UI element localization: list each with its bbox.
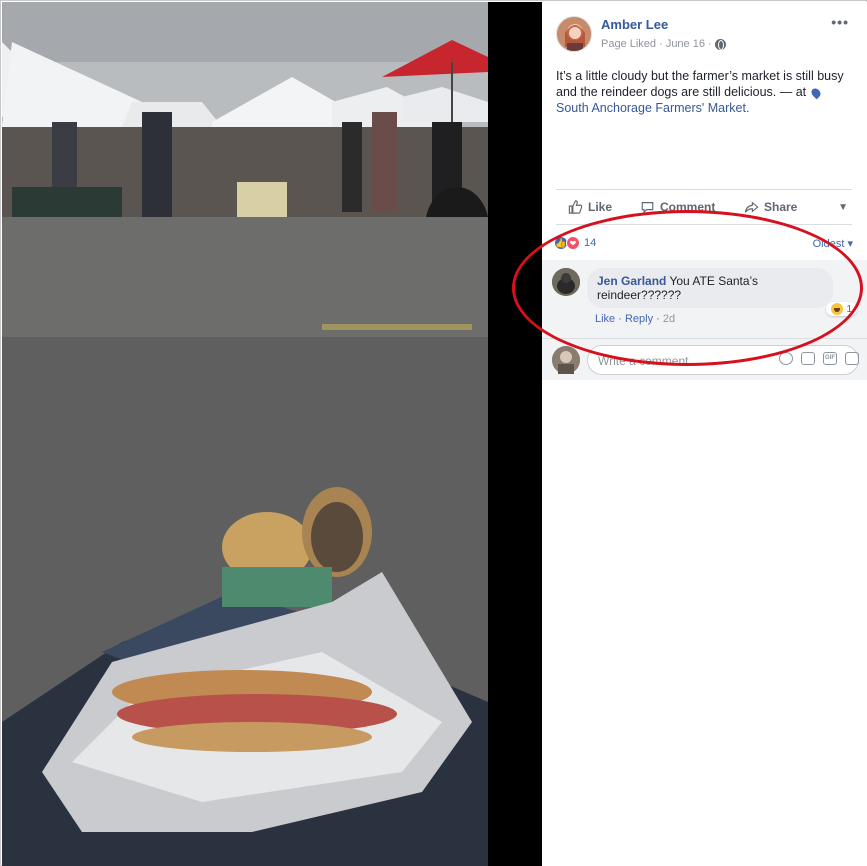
commenter-name[interactable]: Jen Garland: [597, 274, 666, 288]
comment-label: Comment: [660, 200, 716, 214]
comment-sort-dropdown[interactable]: Oldest ▾: [813, 237, 853, 250]
black-gap: [488, 2, 542, 866]
comment-bubble: Jen Garland You ATE Santa’s reindeer????…: [587, 268, 833, 308]
camera-icon[interactable]: [801, 352, 815, 365]
comment-icon: [641, 202, 654, 214]
comment-button[interactable]: Comment: [640, 200, 715, 214]
share-icon: [744, 201, 759, 213]
divider: [556, 224, 852, 225]
reactions-count: 14: [584, 237, 597, 249]
comment-like-link[interactable]: Like: [595, 313, 615, 325]
location-link[interactable]: South Anchorage Farmers' Market.: [556, 101, 749, 115]
divider: [556, 189, 852, 190]
location-pin-icon: [809, 86, 822, 100]
composer-icons: GIF: [779, 352, 859, 365]
comment-reply-link[interactable]: Reply: [625, 313, 653, 325]
viewer-avatar: [552, 346, 580, 374]
author-avatar[interactable]: [556, 16, 592, 52]
emoji-icon[interactable]: [779, 352, 793, 365]
comment-reaction-badge[interactable]: 1: [826, 302, 857, 316]
globe-icon: [714, 38, 726, 50]
haha-reaction-icon: [831, 303, 844, 315]
thumbs-up-icon: [568, 200, 583, 214]
comment-actions: Like · Reply · 2d: [595, 313, 675, 325]
love-reaction-icon: ❤: [566, 236, 580, 250]
like-label: Like: [588, 200, 613, 214]
post-body: It’s a little cloudy but the farmer’s ma…: [556, 69, 844, 99]
post-actions: Like Comment Share ▼: [556, 195, 852, 219]
screenshot-frame: Amber Lee Page Liked · June 16 · ••• It’…: [0, 0, 867, 866]
share-menu-chevron-icon[interactable]: ▼: [838, 202, 848, 213]
divider: [542, 338, 867, 339]
comment-reaction-count: 1: [846, 303, 852, 315]
author-name[interactable]: Amber Lee: [601, 17, 668, 32]
photo-illustration: [2, 2, 488, 866]
comment-composer: Write a comment... GIF: [542, 342, 867, 380]
separator: ·: [615, 313, 625, 325]
gif-icon[interactable]: GIF: [823, 352, 837, 365]
like-button[interactable]: Like: [568, 200, 612, 214]
comment-timestamp[interactable]: 2d: [663, 313, 675, 325]
share-button[interactable]: Share: [744, 200, 797, 214]
more-options-icon[interactable]: •••: [831, 14, 849, 30]
sticker-icon[interactable]: [845, 352, 859, 365]
post-photo[interactable]: [2, 2, 488, 866]
post-panel: Amber Lee Page Liked · June 16 · ••• It’…: [542, 2, 867, 866]
comment-placeholder: Write a comment...: [598, 354, 699, 368]
share-label: Share: [764, 200, 798, 214]
post-text: It’s a little cloudy but the farmer’s ma…: [556, 68, 856, 116]
post-meta: Page Liked · June 16 ·: [601, 38, 726, 50]
separator: ·: [653, 313, 663, 325]
post-meta-text: Page Liked · June 16 ·: [601, 38, 712, 50]
reactions-summary[interactable]: 👍 ❤ 14: [554, 236, 596, 250]
commenter-avatar[interactable]: [552, 268, 580, 296]
